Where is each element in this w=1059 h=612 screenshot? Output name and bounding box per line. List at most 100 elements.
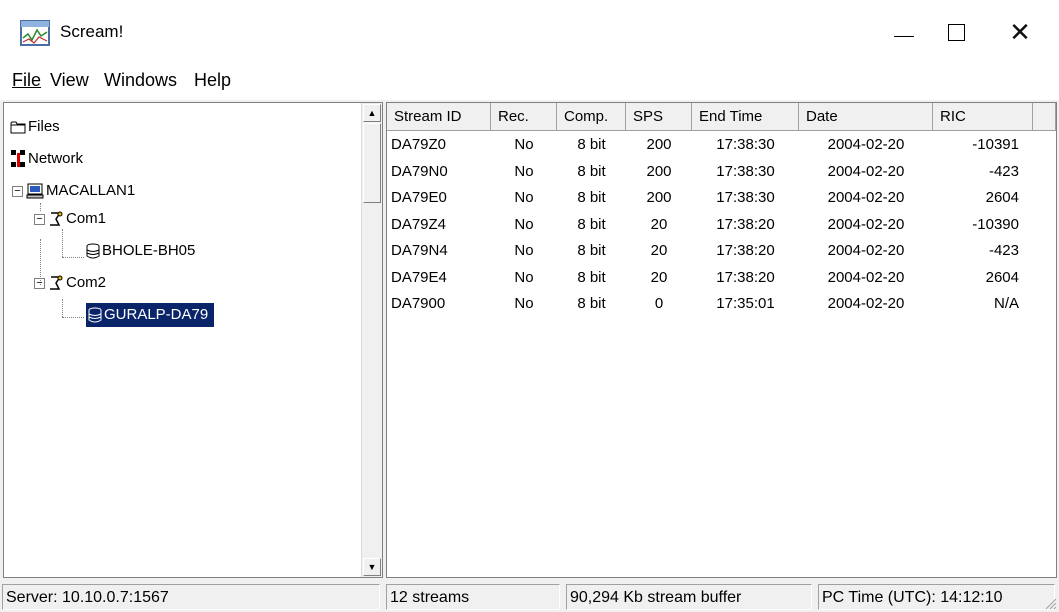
column-header-sps[interactable]: SPS bbox=[626, 103, 692, 131]
tree-vertical-scrollbar[interactable]: ▲ ▼ bbox=[361, 103, 382, 577]
column-header-end-time[interactable]: End Time bbox=[692, 103, 799, 131]
tree-label-guralp: GURALP-DA79 bbox=[104, 306, 209, 323]
tree-connector bbox=[62, 317, 84, 318]
tree-connector bbox=[62, 299, 63, 317]
tree-node-server[interactable]: − MACALLAN1 bbox=[12, 179, 137, 203]
folder-icon bbox=[10, 121, 26, 134]
cell-end-time: 17:38:20 bbox=[716, 215, 775, 233]
cell-date: 2004-02-20 bbox=[827, 295, 905, 312]
cell-sps: 200 bbox=[646, 189, 672, 206]
cell-stream-id: DA7900 bbox=[391, 295, 446, 312]
cell-ric: -10390 bbox=[972, 215, 1019, 233]
cell-stream-id: DA79E0 bbox=[391, 189, 447, 206]
minimize-button[interactable] bbox=[878, 0, 930, 64]
cell-stream-id: DA79Z0 bbox=[391, 136, 447, 153]
menu-file[interactable]: File bbox=[12, 70, 41, 91]
cell-rec: No bbox=[514, 295, 534, 312]
menu-windows[interactable]: Windows bbox=[104, 70, 177, 91]
collapse-icon[interactable]: − bbox=[34, 277, 45, 289]
column-header-ric[interactable]: RIC bbox=[933, 103, 1033, 131]
tree-label-com1: Com1 bbox=[66, 210, 107, 227]
cell-date: 2004-02-20 bbox=[827, 215, 905, 233]
cell-rec: No bbox=[514, 162, 534, 180]
cell-stream-id: DA79Z4 bbox=[391, 215, 447, 233]
cell-sps: 20 bbox=[650, 268, 668, 286]
cell-comp: 8 bit bbox=[577, 268, 606, 286]
tree-node-com1[interactable]: − Com1 bbox=[34, 207, 108, 231]
menu-help[interactable]: Help bbox=[194, 70, 231, 91]
minimize-icon bbox=[894, 35, 914, 37]
com-port-icon bbox=[50, 275, 63, 290]
scroll-down-button[interactable]: ▼ bbox=[363, 558, 381, 576]
tree-node-network[interactable]: Network bbox=[10, 147, 85, 171]
cell-end-time: 17:35:01 bbox=[716, 295, 775, 312]
cell-sps: 20 bbox=[650, 242, 668, 259]
cell-ric: N/A bbox=[993, 295, 1019, 312]
menu-windows-label: Windows bbox=[104, 70, 178, 90]
cell-ric: -423 bbox=[988, 242, 1019, 259]
cell-rec: No bbox=[514, 189, 534, 206]
cell-stream-id: DA79E4 bbox=[391, 268, 447, 286]
cell-sps: 200 bbox=[646, 136, 672, 153]
cell-stream-id: DA79N0 bbox=[391, 162, 448, 180]
source-tree[interactable]: Files Network − MACALLAN1 − Com1 BHOLE-B… bbox=[3, 102, 383, 578]
cell-sps: 0 bbox=[654, 295, 664, 312]
cell-sps: 20 bbox=[650, 215, 668, 233]
cell-comp: 8 bit bbox=[577, 215, 606, 233]
window-title: Scream! bbox=[60, 22, 124, 41]
arrow-down-icon: ▼ bbox=[367, 562, 377, 572]
column-header-stream-id[interactable]: Stream ID bbox=[387, 103, 491, 131]
cell-end-time: 17:38:20 bbox=[716, 242, 775, 259]
resize-grip-icon[interactable] bbox=[1043, 596, 1057, 610]
scream-app-icon bbox=[20, 20, 50, 46]
menu-help-label: Help bbox=[194, 70, 232, 90]
cell-date: 2004-02-20 bbox=[827, 136, 905, 153]
tree-connector bbox=[62, 229, 63, 257]
cell-rec: No bbox=[514, 215, 534, 233]
tree-node-files[interactable]: Files bbox=[10, 115, 62, 139]
cell-comp: 8 bit bbox=[577, 295, 606, 312]
close-icon: ✕ bbox=[1009, 16, 1031, 47]
column-header-comp[interactable]: Comp. bbox=[557, 103, 626, 131]
collapse-icon[interactable]: − bbox=[12, 185, 23, 197]
collapse-icon[interactable]: − bbox=[34, 213, 45, 225]
status-bar: Server: 10.10.0.7:1567 12 streams 90,294… bbox=[0, 582, 1059, 612]
tree-node-bhole[interactable]: BHOLE-BH05 bbox=[86, 239, 197, 263]
cell-date: 2004-02-20 bbox=[827, 162, 905, 180]
arrow-up-icon: ▲ bbox=[367, 108, 377, 118]
cell-end-time: 17:38:20 bbox=[716, 268, 775, 286]
tree-connector bbox=[62, 257, 84, 258]
cell-date: 2004-02-20 bbox=[827, 242, 905, 259]
scroll-thumb[interactable] bbox=[363, 123, 381, 203]
network-icon bbox=[11, 150, 25, 168]
cell-rec: No bbox=[514, 268, 534, 286]
cell-comp: 8 bit bbox=[577, 136, 606, 153]
cell-ric: -423 bbox=[988, 162, 1019, 180]
cell-ric: 2604 bbox=[985, 268, 1019, 286]
cell-ric: 2604 bbox=[985, 189, 1019, 206]
tree-node-com2[interactable]: − Com2 bbox=[34, 271, 108, 295]
database-icon bbox=[88, 307, 102, 323]
title-bar[interactable]: Scream! ✕ bbox=[0, 0, 1059, 64]
computer-icon bbox=[26, 183, 44, 199]
tree-label-files: Files bbox=[28, 118, 60, 135]
maximize-button[interactable] bbox=[930, 0, 982, 64]
cell-stream-id: DA79N4 bbox=[391, 242, 448, 259]
cell-date: 2004-02-20 bbox=[827, 189, 905, 206]
cell-ric: -10391 bbox=[972, 136, 1019, 153]
menu-view[interactable]: View bbox=[50, 70, 89, 91]
cell-end-time: 17:38:30 bbox=[716, 136, 775, 153]
close-button[interactable]: ✕ bbox=[994, 0, 1046, 64]
scroll-up-button[interactable]: ▲ bbox=[363, 104, 381, 122]
menu-view-label: View bbox=[50, 70, 89, 90]
cell-comp: 8 bit bbox=[577, 162, 606, 180]
stream-list[interactable]: Stream ID Rec. Comp. SPS End Time Date R… bbox=[386, 102, 1057, 578]
tree-label-server: MACALLAN1 bbox=[46, 182, 136, 199]
database-icon bbox=[86, 243, 100, 259]
column-header-rec[interactable]: Rec. bbox=[491, 103, 557, 131]
column-header-date[interactable]: Date bbox=[799, 103, 933, 131]
tree-node-guralp[interactable]: GURALP-DA79 bbox=[84, 302, 216, 328]
cell-comp: 8 bit bbox=[577, 189, 606, 206]
cell-date: 2004-02-20 bbox=[827, 268, 905, 286]
column-header-filler bbox=[1033, 103, 1056, 131]
